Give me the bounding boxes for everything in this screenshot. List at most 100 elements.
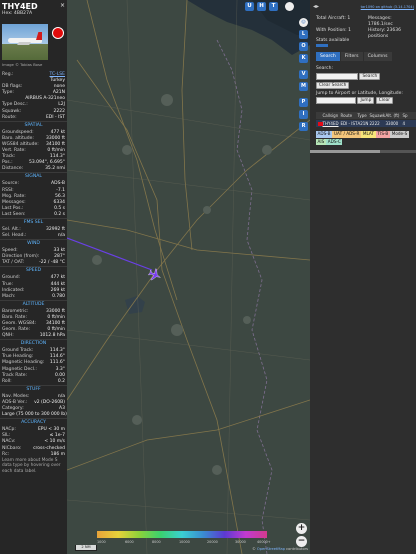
detail-value: -22 / -48 °C	[39, 260, 65, 266]
section-header[interactable]: ALTITUDE	[0, 299, 67, 309]
col-type[interactable]: Type	[356, 112, 368, 119]
cell-type: A21N	[357, 121, 369, 126]
detail-label: QNH:	[2, 333, 14, 339]
aircraft-detail-panel: THY4ED × Hex: 4BB27A Image © Tobias Bose…	[0, 0, 67, 554]
source-chip[interactable]: UAT / ADS-R	[332, 131, 361, 138]
jump-button[interactable]: Jump	[357, 97, 375, 104]
osm-link[interactable]: OpenStreetMap	[257, 547, 285, 551]
map-button-k[interactable]: K	[299, 54, 308, 63]
section-header[interactable]: FMS SEL	[0, 217, 67, 227]
detail-value: 186 m	[50, 451, 65, 457]
map-button-i[interactable]: I	[299, 110, 308, 119]
source-chip[interactable]: MLAT	[361, 131, 376, 138]
aircraft-table: Callsign Route Type Squawk Alt. (ft) Sp …	[316, 112, 416, 127]
tab-filters[interactable]: Filters	[340, 52, 363, 61]
source-chip[interactable]: TIS-B	[376, 131, 390, 138]
map-button-v[interactable]: V	[299, 70, 308, 79]
detail-value: 35.2 nmi	[45, 166, 65, 172]
altitude-legend-labels: 1000 6000 8000 10000 20000 30000 40000+	[97, 540, 297, 545]
help-note: Learn more about Mode S data type by hov…	[2, 457, 61, 474]
map-scale: 2 NM	[75, 545, 97, 551]
detail-label: Last Seen:	[2, 211, 26, 217]
aircraft-photo[interactable]	[2, 24, 48, 60]
search-input[interactable]	[316, 73, 358, 80]
tab-columns[interactable]: Columns	[363, 52, 392, 61]
altitude-color-legend	[97, 531, 267, 538]
jump-input[interactable]	[316, 97, 356, 104]
detail-label: Reg.:	[2, 72, 14, 77]
table-row[interactable]: THY4ED EDI - IST A21N 2222 33000 4	[316, 120, 416, 127]
col-squawk[interactable]: Squawk	[368, 112, 386, 119]
cell-callsign: THY4ED	[322, 121, 339, 126]
alt-label: 6000	[125, 540, 134, 544]
settings-gear-icon[interactable]	[285, 2, 294, 11]
callsign-title: THY4ED	[2, 2, 38, 11]
alt-label: 30000	[235, 540, 246, 544]
source-chip[interactable]: ADS-B	[316, 131, 332, 138]
map-button-l[interactable]: L	[299, 30, 308, 39]
messages-label: Messages:	[368, 16, 392, 21]
detail-label: Route:	[2, 114, 17, 120]
section-header[interactable]: STUFF	[0, 384, 67, 394]
col-altitude[interactable]: Alt. (ft)	[384, 112, 401, 119]
stats-available[interactable]: Stats available	[316, 38, 349, 43]
map-canvas	[67, 0, 310, 554]
panel-toggle-icon[interactable]: ◂▸	[313, 3, 319, 10]
source-chip[interactable]: AIS	[316, 138, 326, 145]
map-button-u[interactable]: U	[245, 2, 254, 11]
source-chip[interactable]: Mode-S	[390, 131, 409, 138]
zoom-in-button[interactable]: +	[296, 523, 307, 534]
map-attribution: © OpenStreetMap contributors	[252, 547, 308, 551]
cell-speed: 4	[402, 121, 406, 126]
detail-value: 0.2 s	[54, 211, 65, 217]
map-button-h[interactable]: H	[257, 2, 266, 11]
detail-label: Sel. Head.:	[2, 233, 27, 239]
hex-code: Hex: 4BB27A	[2, 11, 33, 16]
detail-label: Mach:	[2, 293, 16, 299]
section-header[interactable]: WIND	[0, 239, 67, 248]
map-button-t[interactable]: T	[269, 2, 278, 11]
scrollbar-thumb[interactable]	[310, 150, 380, 153]
detail-row: Large (75 000 to 300 000 lb)	[0, 412, 67, 418]
alt-label: 40000+	[257, 540, 271, 544]
clear-button[interactable]: Clear	[375, 97, 394, 104]
map-button-p[interactable]: P	[299, 98, 308, 107]
detail-value: 1012.8 hPa	[39, 333, 65, 339]
section-header[interactable]: SPATIAL	[0, 120, 67, 130]
history: History: 23636	[368, 28, 401, 33]
map-button-r[interactable]: R	[299, 122, 308, 131]
detail-label: Rc:	[2, 451, 10, 457]
col-callsign[interactable]: Callsign	[321, 112, 339, 119]
section-header[interactable]: ACCURACY	[0, 418, 67, 427]
detail-value: Large (75 000 to 300 000 lb)	[2, 412, 67, 418]
col-route[interactable]: Route	[339, 112, 356, 119]
layers-icon[interactable]: ◎	[299, 18, 308, 27]
col-speed[interactable]: Sp	[401, 112, 409, 119]
table-header: Callsign Route Type Squawk Alt. (ft) Sp	[316, 112, 416, 119]
tab-search[interactable]: Search	[316, 52, 340, 61]
table-scrollbar[interactable]	[310, 150, 416, 153]
zoom-out-button[interactable]: −	[296, 536, 307, 547]
map-button-o[interactable]: O	[299, 42, 308, 51]
cell-squawk: 2222	[369, 121, 380, 126]
section-header[interactable]: DIRECTION	[0, 339, 67, 348]
source-legend: ADS-B UAT / ADS-R MLAT TIS-B Mode-S AIS ADS-C	[316, 131, 416, 146]
detail-label: Roll:	[2, 378, 12, 384]
map-button-m[interactable]: M	[299, 82, 308, 91]
version-link[interactable]: tar1090 on github (3.14.1704)	[361, 5, 414, 9]
close-icon[interactable]: ×	[60, 2, 65, 9]
source-chip[interactable]: ADS-C	[326, 138, 343, 145]
detail-value: 0.780	[52, 293, 65, 299]
search-label: Search:	[316, 66, 333, 71]
photo-credit: Image © Tobias Bose	[2, 62, 43, 67]
detail-value: 0.2	[57, 378, 65, 384]
search-block: Search: Search Clear Search Jump to Airp…	[316, 66, 414, 104]
alt-label: 8000	[152, 540, 161, 544]
map-view[interactable]: U H T ◎ L O K V M P I R + − 1000 6000 80…	[67, 0, 310, 554]
detail-value: EDI - IST	[45, 114, 65, 120]
messages-value: 1786.1/sec	[368, 22, 393, 27]
search-button[interactable]: Search	[359, 73, 381, 80]
aircraft-list-panel: ◂▸ tar1090 on github (3.14.1704) Total A…	[310, 0, 416, 554]
stats-bar	[316, 44, 328, 47]
clear-search-button[interactable]: Clear Search	[316, 82, 350, 89]
